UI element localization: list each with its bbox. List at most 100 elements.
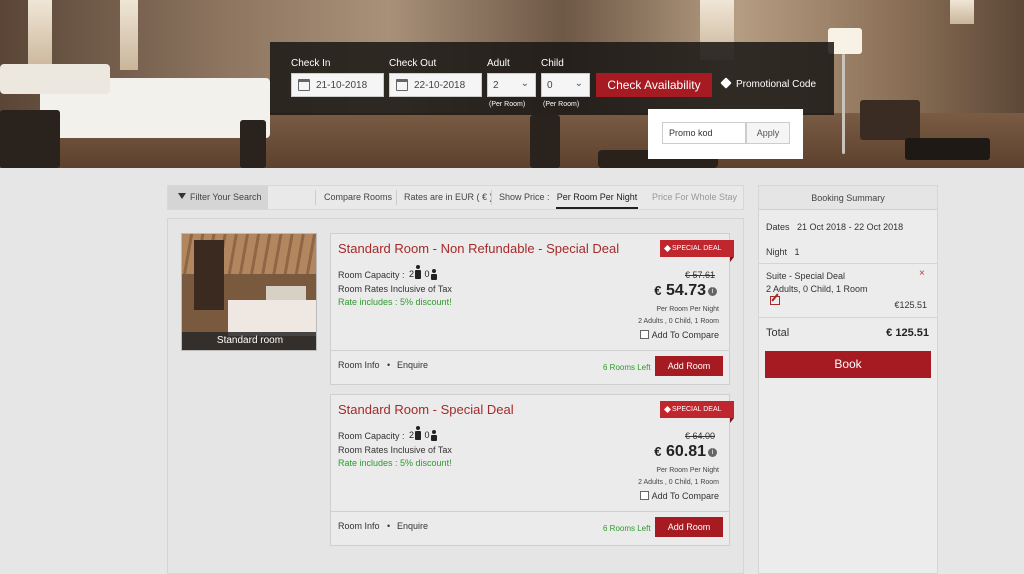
hero-chair [240, 120, 266, 168]
checkbox-icon [639, 491, 649, 500]
adult-per-room-note: (Per Room) [489, 101, 526, 108]
child-label: Child [541, 58, 564, 69]
special-deal-badge: SPECIAL DEAL [660, 401, 734, 423]
check-in-label: Check In [291, 58, 331, 69]
discount-note: Rate includes : 5% discount! [338, 458, 452, 468]
adult-label: Adult [487, 58, 510, 69]
filter-search-label: Filter Your Search [190, 192, 262, 202]
discount-note: Rate includes : 5% discount! [338, 297, 452, 307]
currency-symbol: € [654, 283, 662, 298]
room-image-bed [228, 300, 316, 336]
room-image-caption: Standard room [182, 332, 316, 350]
special-deal-badge: SPECIAL DEAL [660, 240, 734, 262]
hero-table [0, 64, 110, 94]
original-price: € 57.61 [684, 270, 715, 280]
tag-icon [720, 77, 732, 89]
tax-note: Room Rates Inclusive of Tax [338, 284, 452, 294]
add-to-compare-checkbox[interactable]: Add To Compare [639, 330, 719, 340]
room-card: Standard Room - Special Deal SPECIAL DEA… [330, 394, 734, 546]
dates-row: Dates 21 Oct 2018 - 22 Oct 2018 [766, 222, 903, 232]
show-price-label: Show Price : [499, 192, 550, 202]
total-value: € 125.51 [886, 327, 929, 339]
add-room-button[interactable]: Add Room [655, 356, 723, 376]
bullet: • [387, 521, 391, 531]
hero-banner: Check In 21-10-2018 Check Out 22-10-2018… [0, 0, 1024, 168]
night-row: Night 1 [766, 247, 800, 257]
currency-rates-tab[interactable]: Rates are in EUR ( € ) [404, 186, 493, 209]
add-room-button[interactable]: Add Room [655, 517, 723, 537]
night-value: 1 [794, 247, 800, 257]
selected-room-details: 2 Adults, 0 Child, 1 Room [766, 284, 868, 294]
divider [396, 190, 397, 205]
hero-chair [905, 138, 990, 160]
edit-icon[interactable] [770, 296, 780, 305]
adult-count: 2 [409, 430, 415, 440]
room-title[interactable]: Standard Room - Non Refundable - Special… [338, 241, 619, 256]
check-availability-button[interactable]: Check Availability [596, 73, 712, 97]
add-to-compare-checkbox[interactable]: Add To Compare [639, 491, 719, 501]
price-value: 60.81 [665, 443, 706, 460]
check-in-field[interactable]: 21-10-2018 [291, 73, 384, 97]
child-icon [430, 430, 437, 441]
calendar-icon [298, 79, 310, 91]
compare-rooms-tab[interactable]: Compare Rooms [324, 186, 392, 209]
currency-symbol: € [654, 444, 662, 459]
hero-chair [860, 100, 920, 140]
divider [331, 350, 729, 351]
child-count: 0 [424, 269, 430, 279]
hero-chair [0, 110, 60, 168]
add-to-compare-label: Add To Compare [651, 491, 719, 501]
per-room-per-night-tab[interactable]: Per Room Per Night [556, 186, 638, 209]
rooms-left-note: 6 Rooms Left [603, 363, 651, 372]
room-info-link[interactable]: Room Info [338, 360, 380, 370]
check-out-field[interactable]: 22-10-2018 [389, 73, 482, 97]
room-title[interactable]: Standard Room - Special Deal [338, 402, 514, 417]
divider [331, 511, 729, 512]
chevron-down-icon: ⌄ [574, 78, 583, 89]
availability-search-panel: Check In 21-10-2018 Check Out 22-10-2018… [270, 42, 834, 115]
divider [759, 263, 937, 264]
price-basis: Per Room Per Night [656, 306, 719, 313]
adult-select[interactable]: 2 ⌄ [487, 73, 536, 97]
room-price: € 54.73 i [654, 282, 717, 300]
promo-code-input[interactable]: Promo kod [662, 122, 746, 144]
adult-value: 2 [493, 80, 499, 91]
promotional-code-link[interactable]: Promotional Code [720, 77, 816, 90]
check-out-value: 22-10-2018 [414, 80, 466, 91]
booking-summary-header: Booking Summary [759, 186, 937, 210]
room-price: € 60.81 i [654, 443, 717, 461]
dates-label: Dates [766, 222, 790, 232]
hero-window [28, 0, 52, 70]
promo-code-popup: Promo kod Apply [648, 109, 803, 159]
total-label: Total [766, 327, 790, 339]
book-button[interactable]: Book [765, 351, 931, 378]
check-out-label: Check Out [389, 58, 437, 69]
booking-summary-panel: Booking Summary Dates 21 Oct 2018 - 22 O… [758, 185, 938, 574]
chevron-down-icon: ⌄ [520, 78, 529, 89]
child-icon [430, 269, 437, 280]
room-info-link[interactable]: Room Info [338, 521, 380, 531]
child-value: 0 [547, 80, 553, 91]
selected-room-name: Suite - Special Deal [766, 271, 846, 281]
filter-search-tab[interactable]: Filter Your Search [168, 186, 268, 209]
child-select[interactable]: 0 ⌄ [541, 73, 590, 97]
adult-count: 2 [409, 269, 415, 279]
bullet: • [387, 360, 391, 370]
room-image[interactable]: Standard room [181, 233, 317, 351]
checkbox-icon [639, 330, 649, 339]
hero-chair [530, 115, 560, 168]
enquire-link[interactable]: Enquire [397, 360, 428, 370]
price-basis: Per Room Per Night [656, 467, 719, 474]
info-icon[interactable]: i [708, 448, 717, 457]
hero-lamp-stand [842, 54, 845, 154]
info-icon[interactable]: i [708, 287, 717, 296]
filter-icon [178, 193, 186, 199]
remove-room-icon[interactable]: × [919, 268, 925, 279]
price-whole-stay-tab[interactable]: Price For Whole Stay [652, 186, 737, 209]
results-toolbar: Filter Your Search Compare Rooms Rates a… [167, 185, 744, 210]
enquire-link[interactable]: Enquire [397, 521, 428, 531]
room-capacity-icons: 2 0 [409, 426, 438, 441]
check-in-value: 21-10-2018 [316, 80, 368, 91]
promo-apply-button[interactable]: Apply [746, 122, 790, 144]
rooms-left-note: 6 Rooms Left [603, 524, 651, 533]
